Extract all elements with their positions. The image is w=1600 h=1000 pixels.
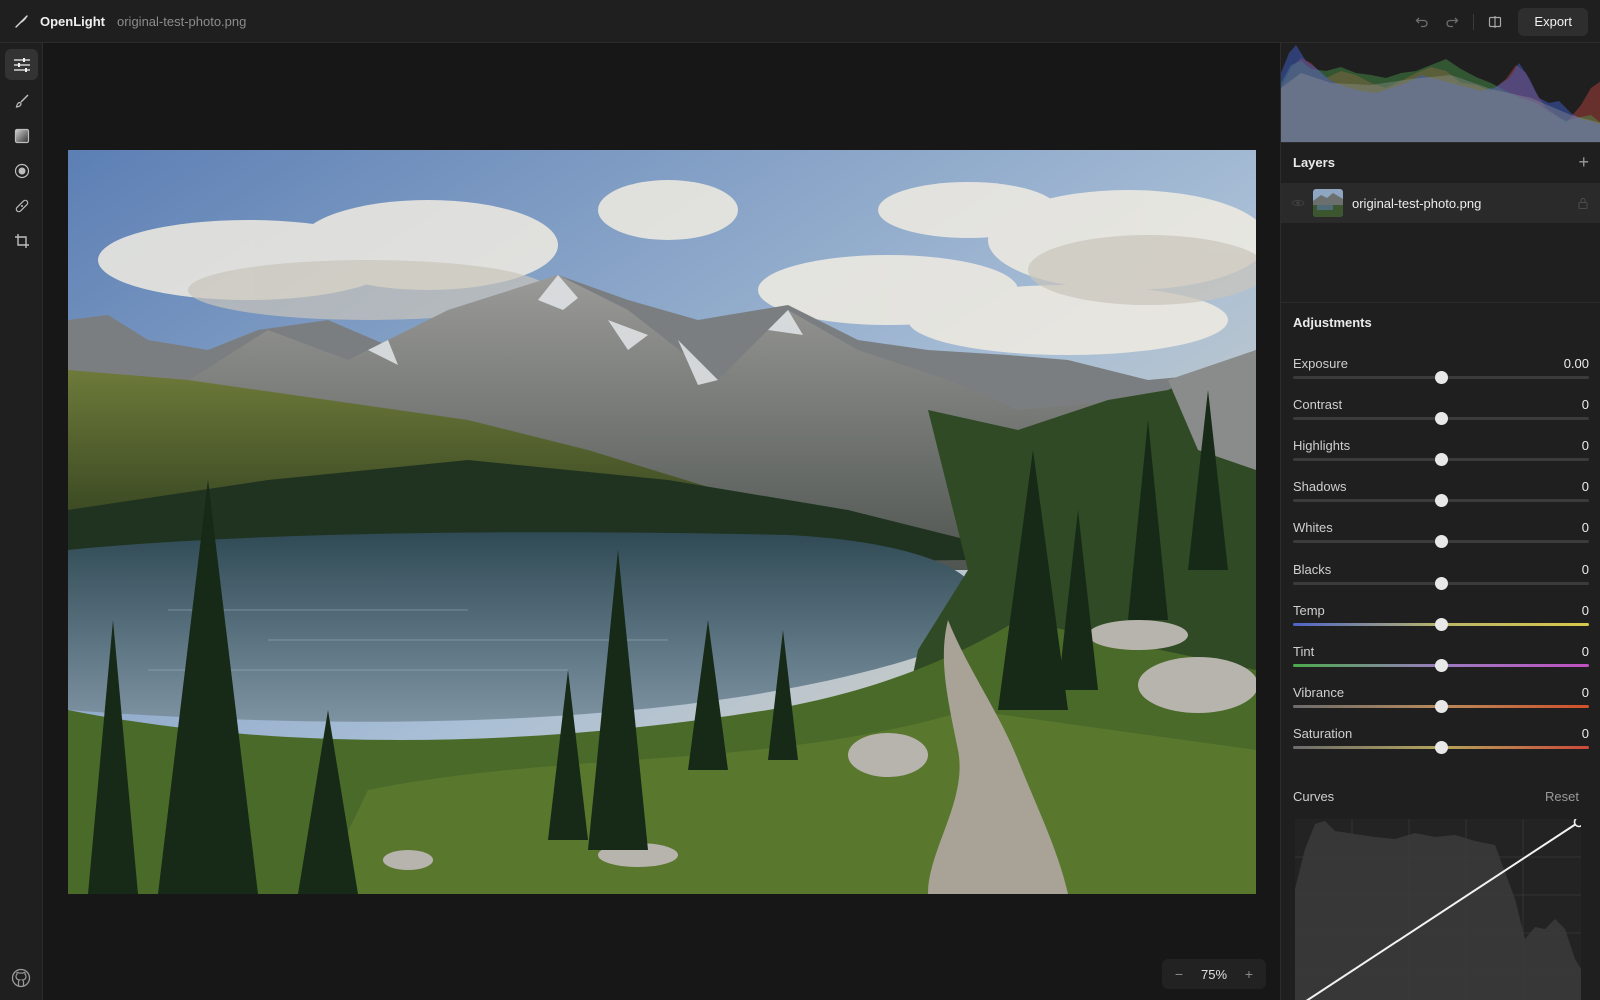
tool-rail: [0, 43, 43, 1000]
layer-thumbnail: [1313, 189, 1343, 217]
zoom-control: − 75% +: [1162, 959, 1266, 989]
github-icon[interactable]: [11, 968, 31, 988]
zoom-in-button[interactable]: +: [1242, 966, 1256, 982]
slider-thumb[interactable]: [1435, 576, 1448, 590]
slider-thumb[interactable]: [1435, 658, 1448, 672]
adjustment-saturation: Saturation 0: [1293, 726, 1589, 767]
adjustment-value: 0: [1581, 438, 1589, 454]
adjustment-value: 0: [1581, 479, 1589, 495]
adjustment-temp: Temp 0: [1293, 603, 1589, 644]
adjustment-value: 0.00: [1563, 356, 1589, 371]
feather-pen-icon: [14, 13, 30, 29]
adjustment-shadows: Shadows 0: [1293, 479, 1589, 520]
curves-title: Curves: [1293, 789, 1335, 804]
adjustment-label: Highlights: [1293, 438, 1351, 454]
adjustment-value: 0: [1581, 643, 1589, 659]
layers-title: Layers: [1293, 155, 1335, 170]
adjustment-vibrance: Vibrance 0: [1293, 685, 1589, 726]
adjustment-value: 0: [1581, 561, 1589, 577]
zoom-out-button[interactable]: −: [1172, 966, 1186, 982]
export-button[interactable]: Export: [1518, 7, 1588, 36]
canvas[interactable]: − 75% +: [43, 43, 1280, 1000]
curves-editor[interactable]: [1295, 819, 1581, 1000]
adjustment-value: 0: [1581, 725, 1589, 741]
bandage-icon[interactable]: [5, 190, 38, 221]
layer-row[interactable]: original-test-photo.png: [1281, 183, 1600, 223]
adjustment-value: 0: [1581, 684, 1589, 700]
adjustment-value: 0: [1581, 397, 1589, 413]
curves-reset-button[interactable]: Reset: [1545, 789, 1579, 804]
crop-icon[interactable]: [5, 225, 38, 256]
photo-image[interactable]: [68, 150, 1256, 894]
layer-name: original-test-photo.png: [1352, 195, 1482, 211]
slider-thumb[interactable]: [1435, 371, 1448, 384]
adjustment-blacks: Blacks 0: [1293, 562, 1589, 603]
adjustment-label: Temp: [1293, 602, 1325, 618]
add-layer-button[interactable]: +: [1578, 152, 1589, 173]
right-panel: Layers + original-test-photo.png Adjustm…: [1280, 43, 1600, 1000]
top-bar: OpenLight original-test-photo.png Export: [0, 0, 1600, 43]
split-compare-icon[interactable]: [1480, 7, 1510, 37]
brush-icon[interactable]: [5, 85, 38, 116]
redo-icon[interactable]: [1437, 7, 1467, 37]
adjustment-label: Shadows: [1293, 479, 1347, 495]
adjustment-label: Whites: [1293, 520, 1333, 536]
adjustment-tint: Tint 0: [1293, 644, 1589, 685]
slider-thumb[interactable]: [1435, 535, 1448, 549]
layers-header: Layers +: [1281, 142, 1600, 182]
slider-thumb[interactable]: [1435, 740, 1448, 754]
adjustment-value: 0: [1581, 520, 1589, 536]
adjustments-title: Adjustments: [1293, 315, 1372, 330]
app-name: OpenLight: [40, 13, 105, 29]
histogram: [1281, 43, 1600, 143]
sliders-icon[interactable]: [5, 49, 38, 80]
adjustment-label: Vibrance: [1293, 684, 1345, 700]
zoom-level: 75%: [1200, 966, 1228, 982]
adjustment-label: Saturation: [1293, 725, 1353, 741]
adjustment-label: Contrast: [1293, 397, 1343, 413]
curves-header: Curves Reset: [1293, 789, 1579, 804]
brand: OpenLight original-test-photo.png: [0, 13, 246, 29]
radial-icon[interactable]: [5, 155, 38, 186]
slider-thumb[interactable]: [1435, 617, 1448, 631]
file-name: original-test-photo.png: [117, 13, 247, 29]
slider-thumb[interactable]: [1435, 453, 1448, 467]
gradient-icon[interactable]: [5, 120, 38, 151]
toolbar-divider: [1473, 13, 1475, 30]
lock-icon[interactable]: [1577, 197, 1589, 209]
slider-thumb[interactable]: [1435, 699, 1448, 713]
eye-icon[interactable]: [1291, 196, 1305, 210]
adjustment-value: 0: [1581, 602, 1589, 618]
adjustment-whites: Whites 0: [1293, 520, 1589, 561]
adjustment-contrast: Contrast 0: [1293, 397, 1589, 438]
adjustment-highlights: Highlights 0: [1293, 438, 1589, 479]
adjustment-label: Tint: [1293, 643, 1315, 659]
slider-thumb[interactable]: [1435, 494, 1448, 508]
undo-icon[interactable]: [1407, 7, 1437, 37]
adjustment-label: Blacks: [1293, 561, 1332, 577]
adjustments-header: Adjustments: [1281, 302, 1600, 342]
adjustment-exposure: Exposure 0.00: [1293, 356, 1589, 397]
adjustment-label: Exposure: [1293, 356, 1348, 371]
slider-thumb[interactable]: [1435, 412, 1448, 426]
top-actions: Export: [1407, 0, 1588, 43]
